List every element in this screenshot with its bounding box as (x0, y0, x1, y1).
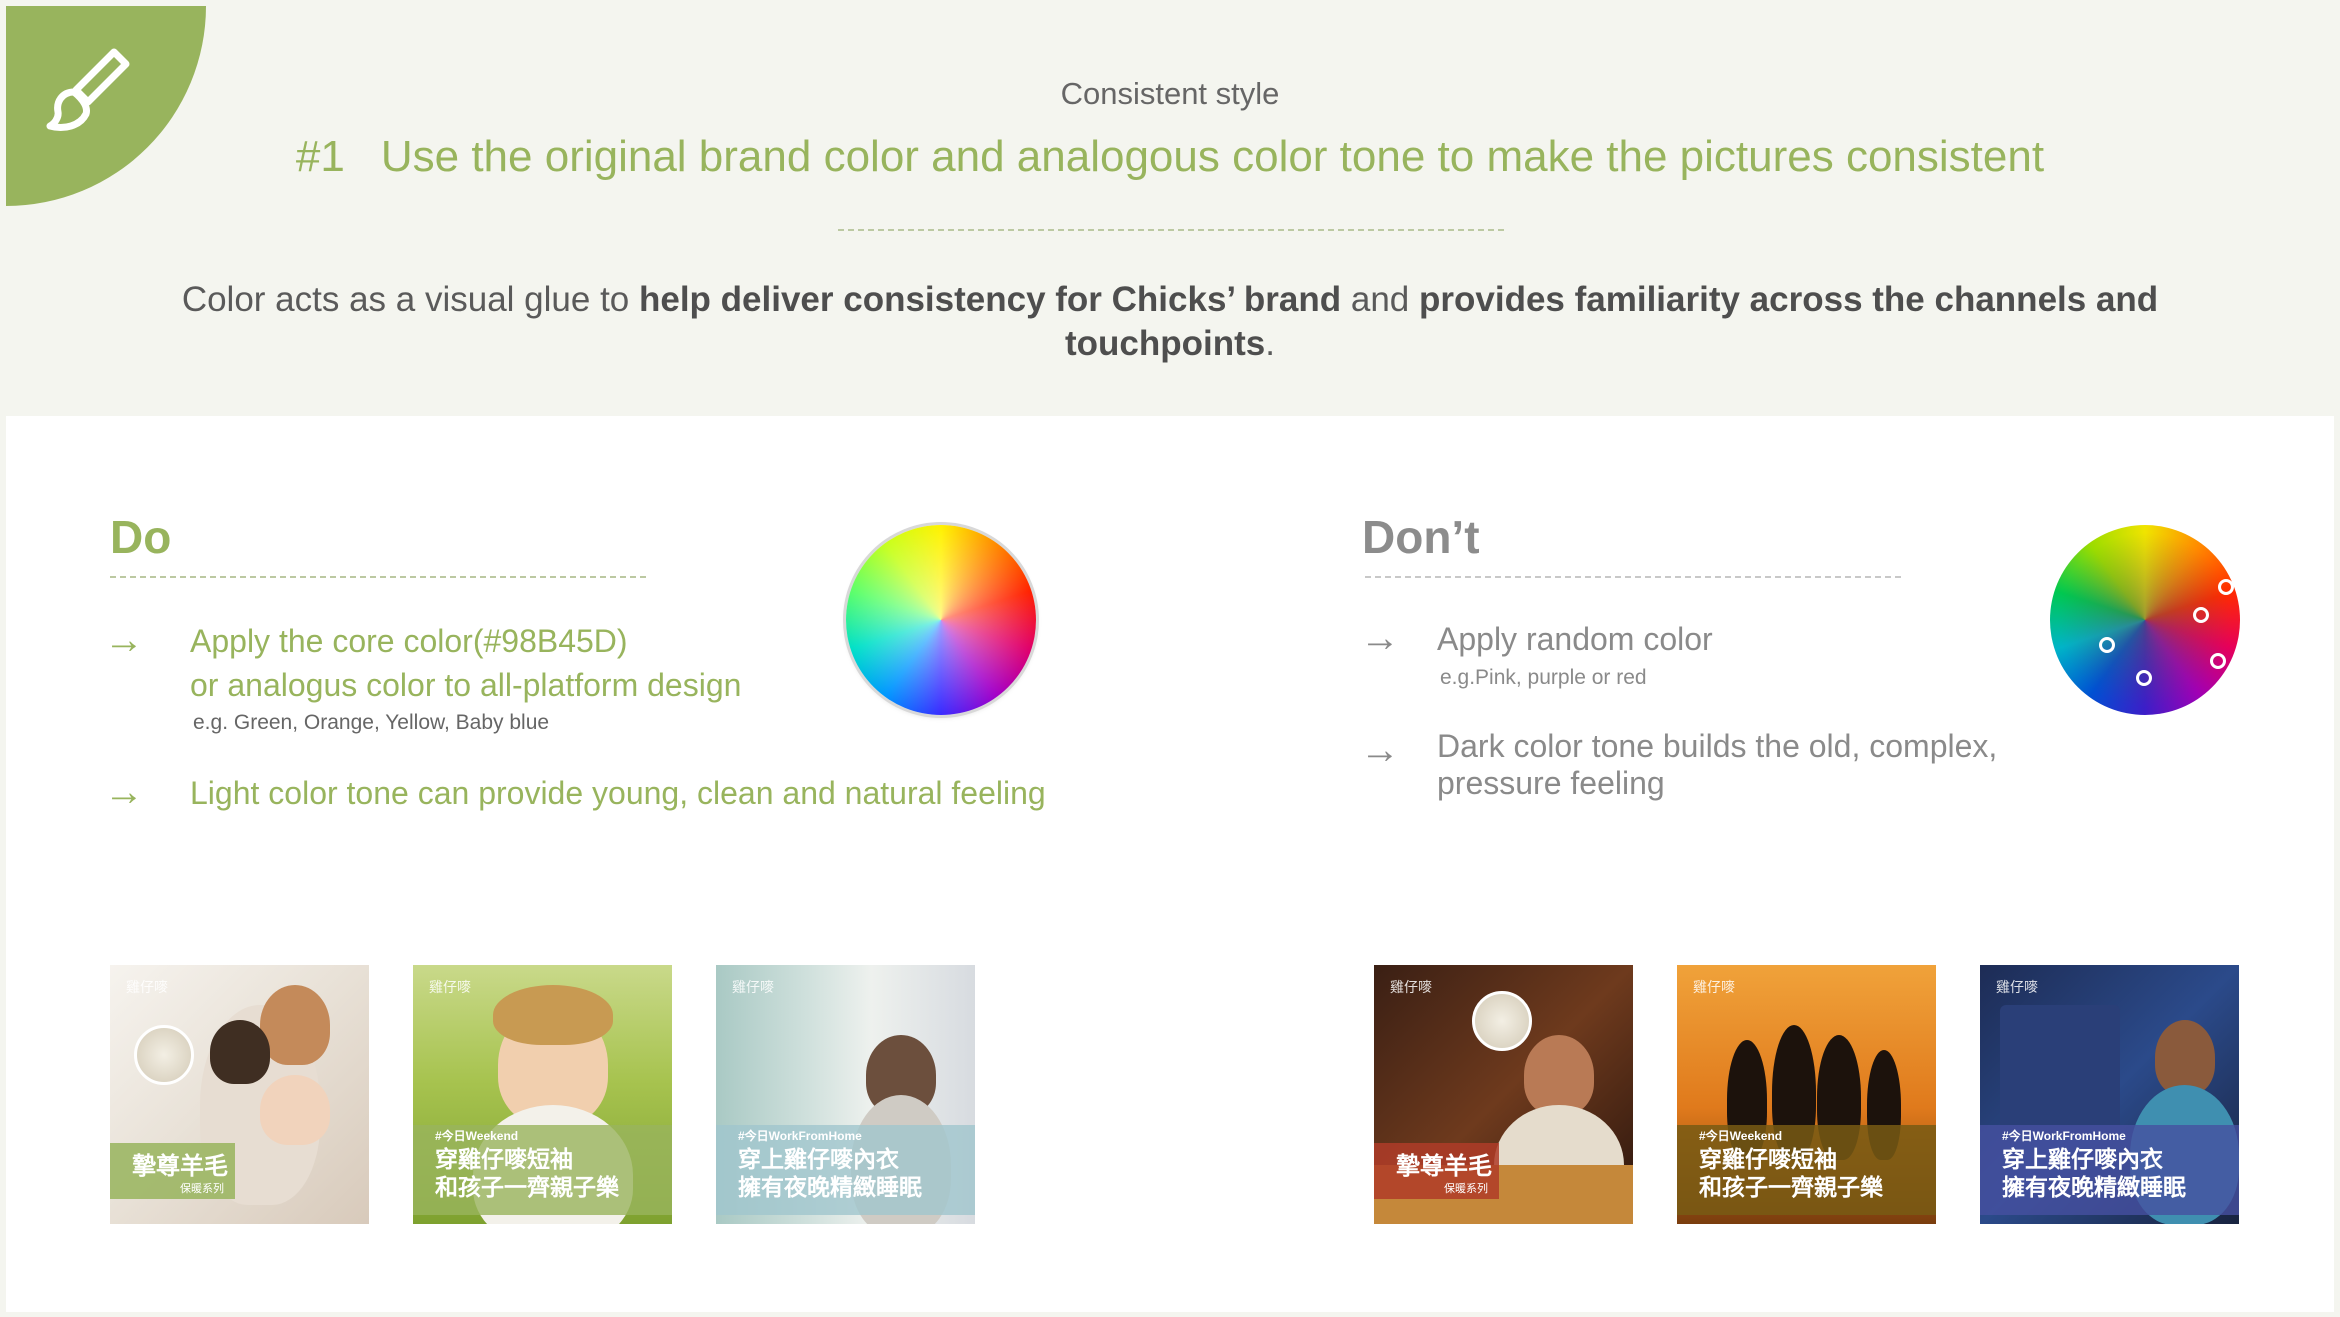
caption-line-1: 穿雞仔嘜短袖 (1699, 1147, 1837, 1173)
headline-number: #1 (295, 132, 345, 181)
caption-line-1: 穿上雞仔嘜內衣 (738, 1147, 899, 1173)
do-title: Do (110, 511, 172, 563)
figure-shape (1524, 1035, 1594, 1115)
brand-logo: 雞仔嘜 (1390, 979, 1432, 995)
caption-line-1: 穿上雞仔嘜內衣 (2002, 1147, 2163, 1173)
thumbnail-caption: 穿上雞仔嘜內衣 擁有夜晚精緻睡眠 (2002, 1146, 2186, 1202)
wheel-marker (2136, 670, 2152, 686)
figure-shape (493, 985, 613, 1045)
brand-logo: 雞仔嘜 (126, 979, 168, 995)
figure-shape (260, 1075, 330, 1145)
caption-line-2: 和孩子一齊親子樂 (435, 1175, 619, 1201)
thumbnail-caption: 穿雞仔嘜短袖 和孩子一齊親子樂 (1699, 1146, 1883, 1202)
color-wheel-analogous-icon (846, 525, 1036, 715)
do-item-1-line-2: or analogus color to all-platform design (190, 667, 742, 703)
intro-paragraph: Color acts as a visual glue to help deli… (180, 278, 2160, 366)
thumbnail-tag: #今日Weekend (435, 1129, 519, 1143)
figure-shape (2000, 1005, 2120, 1135)
caption-line-2: 擁有夜晚精緻睡眠 (2002, 1175, 2186, 1201)
do-thumbnail-1: 雞仔嘜 摯尊羊毛 保暖系列 (110, 965, 369, 1224)
dont-thumbnail-1: 雞仔嘜 摯尊羊毛 保暖系列 (1374, 965, 1633, 1224)
brand-logo: 雞仔嘜 (1996, 979, 2038, 995)
wheel-marker (2193, 607, 2209, 623)
brand-logo: 雞仔嘜 (732, 979, 774, 995)
brand-logo: 雞仔嘜 (1693, 979, 1735, 995)
page-headline: #1 Use the original brand color and analo… (0, 132, 2340, 182)
thumbnail-subcaption: 保暖系列 (1444, 1183, 1488, 1195)
do-thumbnail-2: 雞仔嘜 #今日Weekend 穿雞仔嘜短袖 和孩子一齊親子樂 (413, 965, 672, 1224)
dont-item-2-line-2: pressure feeling (1437, 765, 1665, 801)
thumbnail-caption: 摯尊羊毛 (132, 1152, 228, 1180)
dont-divider (1365, 576, 1901, 578)
dont-thumbnail-2: 雞仔嘜 #今日Weekend 穿雞仔嘜短袖 和孩子一齊親子樂 (1677, 965, 1936, 1224)
do-item-2: Light color tone can provide young, clea… (190, 775, 1046, 811)
thumbnail-caption: 摯尊羊毛 (1396, 1152, 1492, 1180)
figure-shape (210, 1020, 270, 1084)
do-item-1-note: e.g. Green, Orange, Yellow, Baby blue (193, 711, 550, 734)
thumbnail-subcaption: 保暖系列 (180, 1183, 224, 1195)
intro-text-2: and (1341, 280, 1420, 319)
fabric-zoom-lens (1472, 991, 1532, 1051)
do-item-1: Apply the core color(#98B45D) or analogu… (190, 619, 741, 707)
dont-item-1-note: e.g.Pink, purple or red (1440, 666, 1647, 689)
headline-text: Use the original brand color and analogo… (380, 132, 2045, 181)
caption-line-1: 穿雞仔嘜短袖 (435, 1147, 573, 1173)
caption-line-2: 和孩子一齊親子樂 (1699, 1175, 1883, 1201)
brand-logo: 雞仔嘜 (429, 979, 471, 995)
thumbnail-caption: 穿雞仔嘜短袖 和孩子一齊親子樂 (435, 1146, 619, 1202)
color-wheel-random-icon (2050, 525, 2240, 715)
do-thumbnail-3: 雞仔嘜 #今日WorkFromHome 穿上雞仔嘜內衣 擁有夜晚精緻睡眠 (716, 965, 975, 1224)
arrow-right-icon: → (1360, 616, 1400, 660)
arrow-right-icon: → (1360, 728, 1400, 772)
caption-line-2: 擁有夜晚精緻睡眠 (738, 1175, 922, 1201)
thumbnail-tag: #今日WorkFromHome (738, 1129, 862, 1143)
arrow-right-icon: → (104, 618, 144, 662)
dont-item-1: Apply random color (1437, 621, 1713, 657)
intro-bold-1: help deliver consistency for Chicks’ bra… (638, 280, 1342, 319)
arrow-right-icon: → (104, 770, 144, 814)
header-divider (838, 229, 1504, 231)
thumbnail-caption: 穿上雞仔嘜內衣 擁有夜晚精緻睡眠 (738, 1146, 922, 1202)
do-divider (110, 576, 646, 578)
section-subtitle: Consistent style (1060, 76, 1280, 111)
dont-thumbnail-3: 雞仔嘜 #今日WorkFromHome 穿上雞仔嘜內衣 擁有夜晚精緻睡眠 (1980, 965, 2239, 1224)
intro-text-3: . (1265, 324, 1275, 363)
figure-shape (260, 985, 330, 1065)
thumbnail-tag: #今日Weekend (1699, 1129, 1783, 1143)
fabric-zoom-lens (134, 1025, 194, 1085)
dont-item-2: Dark color tone builds the old, complex,… (1437, 728, 1997, 802)
dont-item-2-line-1: Dark color tone builds the old, complex, (1437, 728, 1998, 764)
wheel-marker (2099, 637, 2115, 653)
figure-shape (2155, 1020, 2215, 1095)
do-item-1-line-1: Apply the core color(#98B45D) (190, 623, 628, 659)
wheel-marker (2210, 653, 2226, 669)
dont-title: Don’t (1362, 511, 1480, 563)
wheel-marker (2218, 579, 2234, 595)
intro-text-1: Color acts as a visual glue to (181, 280, 639, 319)
thumbnail-tag: #今日WorkFromHome (2002, 1129, 2126, 1143)
